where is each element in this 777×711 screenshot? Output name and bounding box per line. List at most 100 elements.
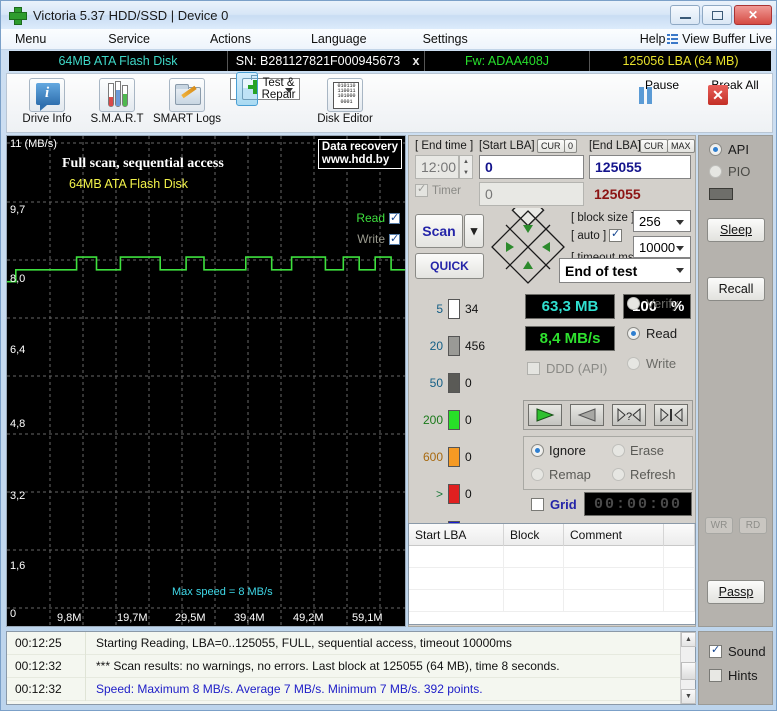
pio-row[interactable]: PIO: [709, 164, 750, 179]
scroll-down-icon[interactable]: ▼: [681, 689, 696, 704]
play-backward-button[interactable]: [570, 404, 604, 426]
legend-threshold: 5: [436, 302, 443, 316]
passp-button[interactable]: Passp: [707, 580, 765, 604]
title-bar: Victoria 5.37 HDD/SSD | Device 0 ✕: [1, 1, 776, 29]
remap-radio[interactable]: [531, 468, 544, 481]
ignore-radio[interactable]: [531, 444, 544, 457]
start-lba-zero-button[interactable]: 0: [564, 139, 578, 153]
auto-checkbox[interactable]: [609, 227, 622, 242]
start-lba-input[interactable]: 0: [479, 155, 584, 179]
close-button[interactable]: ✕: [734, 5, 772, 25]
pio-radio[interactable]: [709, 165, 722, 178]
step-query-button[interactable]: ?: [612, 404, 646, 426]
rd-button[interactable]: RD: [739, 517, 767, 534]
erase-radio[interactable]: [612, 444, 625, 457]
end-lba-max-button[interactable]: MAX: [667, 139, 695, 153]
verify-radio[interactable]: [627, 297, 640, 310]
log-panel[interactable]: 00:12:25 Starting Reading, LBA=0..125055…: [6, 631, 696, 705]
table-row[interactable]: [409, 590, 695, 612]
table-row[interactable]: [409, 546, 695, 568]
minimize-button[interactable]: [670, 5, 700, 25]
navigation-pad[interactable]: [489, 208, 567, 286]
legend-write-checkbox[interactable]: [389, 232, 400, 245]
legend-block-row: 50 0: [417, 373, 472, 393]
timer-checkbox-row[interactable]: Timer: [415, 182, 461, 197]
start-lba-cur-button[interactable]: CUR: [537, 139, 565, 153]
menu-bar: Menu Service Actions Language Settings H…: [1, 29, 776, 50]
action-ignore-row[interactable]: Ignore: [531, 443, 586, 458]
read-radio[interactable]: [627, 327, 640, 340]
api-row[interactable]: API: [709, 142, 749, 157]
menu-item-menu[interactable]: Menu: [9, 32, 52, 46]
grid-row[interactable]: Grid: [531, 497, 577, 512]
action-erase-row[interactable]: Erase: [612, 443, 664, 458]
ddd-api-row[interactable]: DDD (API): [527, 361, 607, 376]
timeout-select[interactable]: 10000: [633, 236, 691, 258]
menu-item-actions[interactable]: Actions: [204, 32, 257, 46]
menu-item-language[interactable]: Language: [305, 32, 373, 46]
spinner-down-icon[interactable]: ▼: [460, 167, 472, 178]
toolbar-button-break-all[interactable]: ✕ Break All: [700, 78, 770, 105]
legend-read[interactable]: Read: [356, 211, 400, 225]
y-tick-0: 11 (MB/s): [10, 138, 57, 150]
nav-left-icon: [506, 242, 514, 252]
log-scrollbar[interactable]: ▲ ▼: [680, 632, 696, 704]
mode-read-row[interactable]: Read: [627, 326, 677, 341]
refresh-radio[interactable]: [612, 468, 625, 481]
api-radio[interactable]: [709, 143, 722, 156]
spinner-up-icon[interactable]: ▲: [460, 156, 472, 167]
toolbar-button-disk-editor[interactable]: 010110 110011 101000 0001 Disk Editor: [310, 78, 380, 125]
end-lba-cur-button[interactable]: CUR: [640, 139, 668, 153]
table-row[interactable]: [409, 568, 695, 590]
view-buffer-live-button[interactable]: View Buffer Live: [667, 32, 772, 46]
size-done-display: 63,3 MB: [525, 294, 615, 319]
hints-row[interactable]: Hints: [709, 668, 758, 683]
toolbar-label: Test & Repair: [261, 77, 296, 101]
scroll-up-icon[interactable]: ▲: [681, 632, 696, 647]
toolbar-button-smart[interactable]: S.M.A.R.T: [82, 78, 152, 125]
scrollbar-thumb[interactable]: [681, 662, 696, 680]
recall-button[interactable]: Recall: [707, 277, 765, 301]
sleep-button[interactable]: Sleep: [707, 218, 765, 242]
grid-checkbox[interactable]: [531, 498, 544, 511]
quick-button[interactable]: QUICK: [415, 253, 484, 279]
end-lba-input[interactable]: 125055: [589, 155, 691, 179]
timer-checkbox[interactable]: [415, 182, 428, 197]
toolbar-button-smart-logs[interactable]: SMART Logs: [152, 78, 222, 125]
action-remap-row[interactable]: Remap: [531, 467, 591, 482]
mode-write-row[interactable]: Write: [627, 356, 676, 371]
sound-row[interactable]: Sound: [709, 643, 766, 659]
defects-table[interactable]: Start LBA Block Comment: [408, 523, 696, 625]
toolbar-button-pause[interactable]: Pause: [627, 78, 697, 104]
end-time-spinner[interactable]: ▲ ▼: [459, 155, 473, 179]
menu-item-service[interactable]: Service: [102, 32, 156, 46]
play-forward-button[interactable]: [528, 404, 562, 426]
nav-right-icon: [542, 242, 550, 252]
toolbar-button-drive-info[interactable]: Drive Info: [12, 78, 82, 125]
mode-verify-row[interactable]: Verify: [627, 296, 679, 311]
end-time-input[interactable]: 12:00: [415, 155, 459, 179]
clear-serial-button[interactable]: x: [408, 51, 424, 71]
column-comment: Comment: [564, 523, 664, 546]
speed-display: 8,4 MB/s: [525, 326, 615, 351]
scan-dropdown-button[interactable]: ▾: [464, 214, 484, 248]
scan-graph[interactable]: Full scan, sequential access 64MB ATA Fl…: [6, 135, 406, 627]
sound-checkbox[interactable]: [709, 643, 722, 658]
legend-read-checkbox[interactable]: [389, 211, 400, 224]
pio-label: PIO: [728, 164, 751, 179]
menu-item-help[interactable]: Help: [634, 32, 672, 46]
legend-write[interactable]: Write: [357, 232, 400, 246]
end-of-test-select[interactable]: End of test: [559, 258, 691, 283]
legend-swatch: [448, 373, 460, 393]
action-refresh-row[interactable]: Refresh: [612, 467, 676, 482]
wr-button[interactable]: WR: [705, 517, 733, 534]
maximize-button[interactable]: [702, 5, 732, 25]
hints-checkbox[interactable]: [709, 669, 722, 682]
toolbar-button-test-repair[interactable]: Test & Repair: [230, 71, 300, 106]
block-size-select[interactable]: 256: [633, 210, 691, 232]
menu-item-settings[interactable]: Settings: [417, 32, 474, 46]
scan-button[interactable]: Scan: [415, 214, 463, 248]
write-radio[interactable]: [627, 357, 640, 370]
step-end-button[interactable]: [654, 404, 688, 426]
ddd-api-checkbox[interactable]: [527, 362, 540, 375]
